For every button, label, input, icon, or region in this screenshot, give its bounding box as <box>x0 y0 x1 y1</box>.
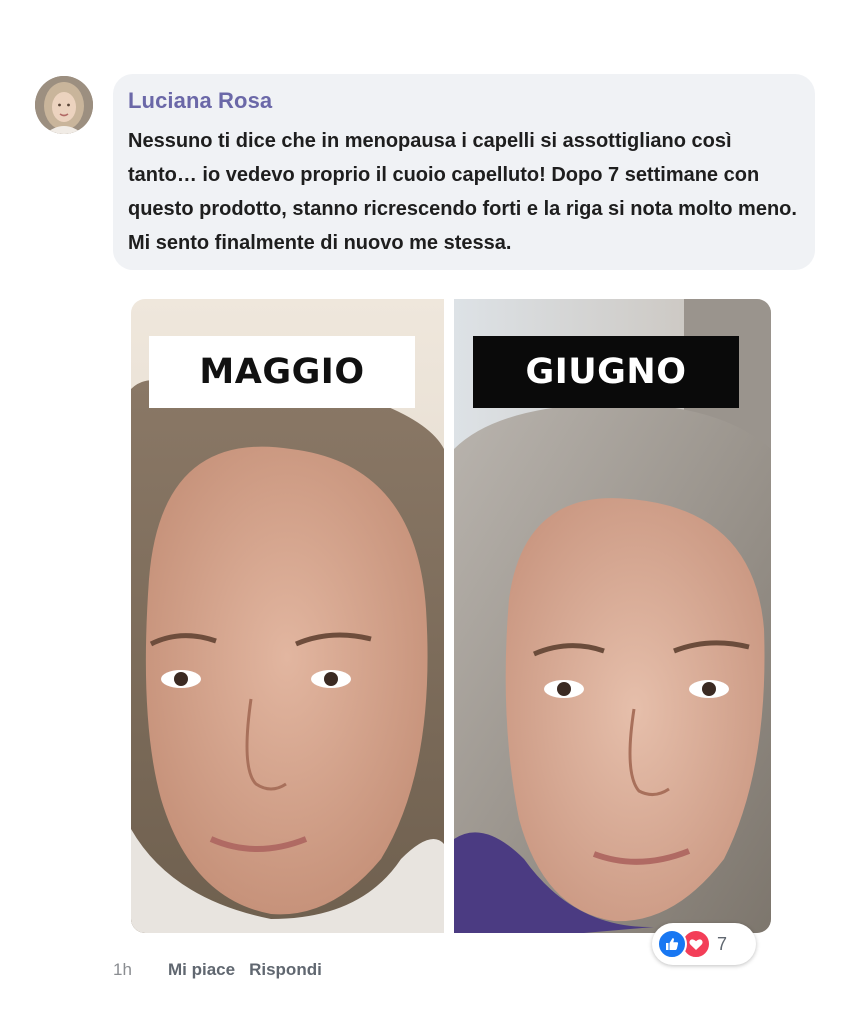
comment-text: Nessuno ti dice che in menopausa i capel… <box>128 130 797 254</box>
photo-before[interactable]: MAGGIO <box>131 299 444 933</box>
comment-actions: 1h Mi piace Rispondi <box>113 958 336 982</box>
before-after-photos[interactable]: MAGGIO GIUGNO <box>131 299 771 933</box>
photo-after[interactable]: GIUGNO <box>454 299 771 933</box>
comment-bubble: Luciana Rosa Nessuno ti dice che in meno… <box>113 74 815 270</box>
comment-author[interactable]: Luciana Rosa <box>128 88 799 114</box>
reactions-summary[interactable]: 7 <box>652 923 756 965</box>
reaction-count: 7 <box>717 933 728 954</box>
reply-button[interactable]: Rispondi <box>249 960 322 980</box>
comment-timestamp[interactable]: 1h <box>113 960 168 980</box>
avatar-photo <box>35 76 93 134</box>
after-label: GIUGNO <box>473 336 739 408</box>
avatar[interactable] <box>35 76 93 134</box>
before-label: MAGGIO <box>149 336 415 408</box>
like-icon <box>657 929 687 959</box>
like-button[interactable]: Mi piace <box>168 960 235 980</box>
